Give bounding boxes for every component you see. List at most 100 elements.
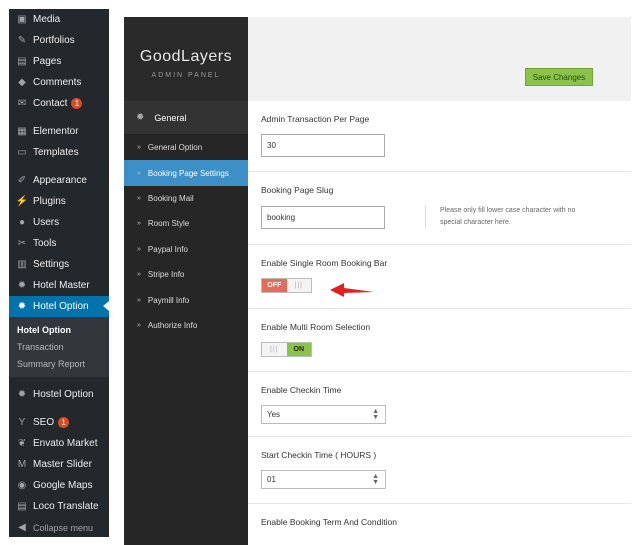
- menu-hotel-master[interactable]: ✹ Hotel Master: [9, 275, 109, 296]
- menu-elementor[interactable]: ▦ Elementor: [9, 121, 109, 142]
- menu-label: Envato Market: [33, 438, 98, 449]
- setting-transaction-per-page: Admin Transaction Per Page 30: [248, 101, 631, 172]
- wrench-icon: ✂: [17, 238, 27, 249]
- setting-title: Enable Multi Room Selection: [261, 322, 371, 332]
- menu-room-style[interactable]: » Room Style: [124, 211, 248, 236]
- setting-single-room-booking-bar: Enable Single Room Booking Bar OFF |||: [248, 245, 631, 309]
- gear-icon: ✹: [17, 389, 27, 400]
- gear-icon: ✹: [17, 301, 27, 312]
- setting-title: Enable Booking Term And Condition: [261, 517, 397, 527]
- menu-label: Portfolios: [33, 35, 75, 46]
- setting-title: Enable Checkin Time: [261, 385, 342, 395]
- menu-label: SEO: [33, 417, 55, 428]
- single-room-bar-toggle[interactable]: OFF |||: [261, 278, 312, 293]
- menu-label: Media: [33, 14, 61, 25]
- menu-hotel-option[interactable]: ✹ Hotel Option: [9, 296, 109, 317]
- submenu-hotel-option[interactable]: Hotel Option: [9, 321, 109, 338]
- menu-label: Authorize Info: [147, 320, 198, 330]
- goodlayers-logo: GoodLayers ADMIN PANEL: [124, 17, 248, 101]
- collapse-menu-button[interactable]: ◀ Collapse menu: [9, 517, 109, 538]
- transaction-per-page-input[interactable]: 30: [261, 134, 385, 157]
- submenu-transaction[interactable]: Transaction: [9, 338, 109, 355]
- comments-icon: ◆: [18, 77, 26, 88]
- menu-seo[interactable]: Y SEO 1: [9, 412, 109, 433]
- menu-label: Hostel Option: [33, 389, 94, 400]
- menu-authorize-info[interactable]: » Authorize Info: [124, 313, 248, 338]
- setting-booking-term: Enable Booking Term And Condition: [248, 504, 631, 545]
- menu-hostel-option[interactable]: ✹ Hostel Option: [9, 384, 109, 405]
- double-chevron-icon: »: [137, 144, 141, 152]
- menu-envato-market[interactable]: ❦ Envato Market: [9, 433, 109, 454]
- pages-icon: ▤: [17, 56, 27, 67]
- screenshot-frame: ▣ Media ✎ Portfolios ▤ Pages ◆ Comments ✉ Con…: [0, 0, 640, 545]
- brand-subtitle: ADMIN PANEL: [151, 72, 221, 79]
- goodlayers-menu: » General Option » Booking Page Settings »…: [124, 135, 248, 338]
- menu-loco-translate[interactable]: ▤ Loco Translate: [9, 496, 109, 517]
- section-label: General: [154, 112, 187, 123]
- menu-label: Booking Page Settings: [147, 168, 229, 178]
- map-icon: ◉: [17, 480, 27, 491]
- menu-label: Paypal Info: [147, 244, 188, 254]
- menu-users[interactable]: ● Users: [9, 212, 109, 233]
- menu-paypal-info[interactable]: » Paypal Info: [124, 237, 248, 262]
- settings-content: Admin Transaction Per Page 30 Booking Pa…: [248, 101, 631, 545]
- notification-badge: 1: [58, 417, 70, 428]
- menu-comments[interactable]: ◆ Comments: [9, 72, 109, 93]
- save-changes-button[interactable]: Save Changes: [525, 68, 593, 86]
- menu-label: Templates: [33, 147, 79, 158]
- menu-booking-mail[interactable]: » Booking Mail: [124, 186, 248, 211]
- setting-checkin-time: Enable Checkin Time Yes ▲ ▼: [248, 372, 631, 437]
- menu-portfolios[interactable]: ✎ Portfolios: [9, 30, 109, 51]
- setting-title: Enable Single Room Booking Bar: [261, 258, 388, 268]
- menu-google-maps[interactable]: ◉ Google Maps: [9, 475, 109, 496]
- menu-appearance[interactable]: ✐ Appearance: [9, 170, 109, 191]
- menu-label: Appearance: [33, 175, 87, 186]
- menu-booking-page-settings[interactable]: » Booking Page Settings: [124, 160, 248, 186]
- menu-label: Collapse menu: [33, 522, 94, 533]
- menu-pages[interactable]: ▤ Pages: [9, 51, 109, 72]
- multi-room-toggle[interactable]: ||| ON: [261, 342, 312, 357]
- menu-contact[interactable]: ✉ Contact 1: [9, 93, 109, 114]
- menu-settings[interactable]: ▥ Settings: [9, 254, 109, 275]
- menu-label: Booking Mail: [147, 193, 194, 203]
- toggle-off-label: OFF: [262, 279, 287, 292]
- double-chevron-icon: »: [137, 296, 141, 304]
- elementor-icon: ▦: [17, 126, 27, 137]
- slider-icon: M: [17, 459, 27, 470]
- leaf-icon: ❦: [17, 438, 27, 449]
- menu-label: Hotel Master: [33, 280, 90, 291]
- double-chevron-icon: »: [137, 194, 141, 202]
- section-general[interactable]: ✹ General: [124, 101, 248, 135]
- start-checkin-select[interactable]: 01 ▲ ▼: [261, 470, 386, 489]
- menu-stripe-info[interactable]: » Stripe Info: [124, 262, 248, 287]
- submenu-summary-report[interactable]: Summary Report: [9, 355, 109, 372]
- hotel-option-submenu: Hotel Option Transaction Summary Report: [9, 317, 109, 377]
- translate-icon: ▤: [17, 501, 27, 512]
- booking-slug-input[interactable]: booking: [261, 206, 385, 229]
- menu-label: Elementor: [33, 126, 79, 137]
- setting-title: Booking Page Slug: [261, 185, 334, 195]
- menu-tools[interactable]: ✂ Tools: [9, 233, 109, 254]
- panel-header: Save Changes: [248, 17, 631, 101]
- updown-caret-icon: ▲ ▼: [372, 473, 379, 486]
- booking-slug-help: Please only fill lower case character wi…: [425, 205, 595, 229]
- double-chevron-icon: »: [137, 245, 141, 253]
- brand-name: GoodLayers: [139, 48, 233, 65]
- menu-general-option[interactable]: » General Option: [124, 135, 248, 160]
- checkin-time-select[interactable]: Yes ▲ ▼: [261, 405, 386, 424]
- menu-paymill-info[interactable]: » Paymill Info: [124, 287, 248, 312]
- menu-media[interactable]: ▣ Media: [9, 9, 109, 30]
- menu-label: Comments: [33, 77, 82, 88]
- menu-label: Loco Translate: [33, 501, 99, 512]
- menu-master-slider[interactable]: M Master Slider: [9, 454, 109, 475]
- setting-start-checkin-time: Start Checkin Time ( HOURS ) 01 ▲ ▼: [248, 437, 631, 504]
- folder-icon: ▭: [17, 147, 27, 158]
- menu-plugins[interactable]: ⚡ Plugins: [9, 191, 109, 212]
- menu-label: Plugins: [33, 196, 66, 207]
- setting-booking-page-slug: Booking Page Slug booking Please only fi…: [248, 172, 631, 245]
- double-chevron-icon: »: [137, 271, 141, 279]
- select-value: Yes: [267, 410, 281, 419]
- menu-templates[interactable]: ▭ Templates: [9, 142, 109, 163]
- sliders-icon: ▥: [17, 259, 27, 270]
- double-chevron-icon: »: [137, 321, 141, 329]
